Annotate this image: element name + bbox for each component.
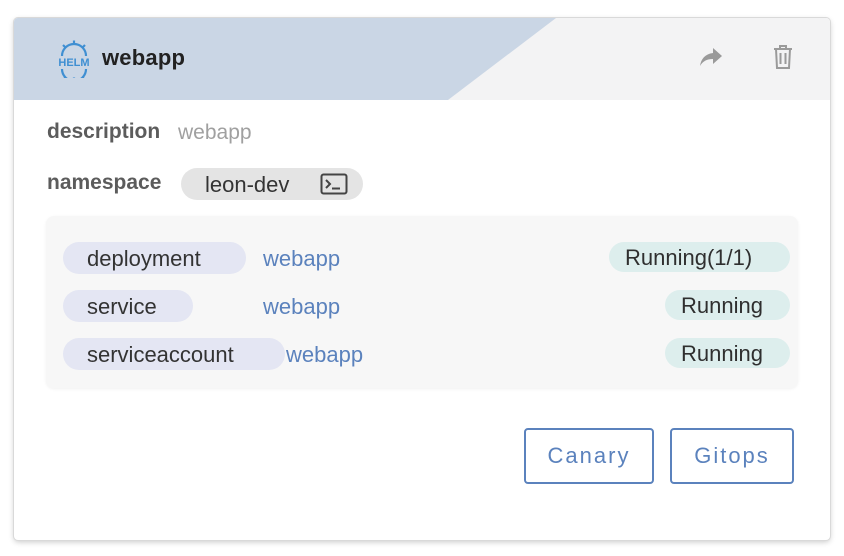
resource-name-link[interactable]: webapp bbox=[263, 294, 340, 320]
namespace-value: leon-dev bbox=[205, 172, 290, 197]
card-header: HELM webapp bbox=[14, 18, 830, 100]
status-text: Running(1/1) bbox=[625, 245, 753, 270]
helm-logo-text: HELM bbox=[58, 57, 89, 69]
description-label: description bbox=[47, 120, 161, 143]
share-button[interactable] bbox=[694, 40, 728, 74]
resource-name-link[interactable]: webapp bbox=[286, 342, 363, 368]
resource-kind: deployment bbox=[87, 246, 201, 271]
description-value: webapp bbox=[178, 121, 252, 144]
release-title: webapp bbox=[102, 45, 186, 70]
share-arrow-icon bbox=[700, 48, 722, 66]
gitops-button[interactable]: Gitops bbox=[670, 428, 794, 484]
status-text: Running bbox=[681, 341, 763, 366]
resource-kind-tag: deployment bbox=[63, 242, 246, 274]
trash-icon bbox=[774, 45, 792, 69]
canary-button[interactable]: Canary bbox=[524, 428, 654, 484]
resources-panel: deployment webapp Running(1/1) service w… bbox=[46, 216, 798, 388]
terminal-icon[interactable] bbox=[320, 173, 348, 195]
release-card: HELM webapp description webapp namespace bbox=[14, 18, 830, 540]
status-badge: Running bbox=[665, 338, 790, 368]
resource-kind-tag: serviceaccount bbox=[63, 338, 285, 370]
status-badge: Running(1/1) bbox=[609, 242, 790, 272]
resource-kind: serviceaccount bbox=[87, 342, 234, 367]
delete-button[interactable] bbox=[766, 40, 800, 74]
namespace-label: namespace bbox=[47, 171, 162, 194]
resource-kind-tag: service bbox=[63, 290, 193, 322]
status-badge: Running bbox=[665, 290, 790, 320]
helm-icon: HELM bbox=[58, 40, 90, 78]
status-text: Running bbox=[681, 293, 763, 318]
resource-name-link[interactable]: webapp bbox=[263, 246, 340, 272]
resource-kind: service bbox=[87, 294, 157, 319]
namespace-tag: leon-dev bbox=[181, 168, 363, 200]
